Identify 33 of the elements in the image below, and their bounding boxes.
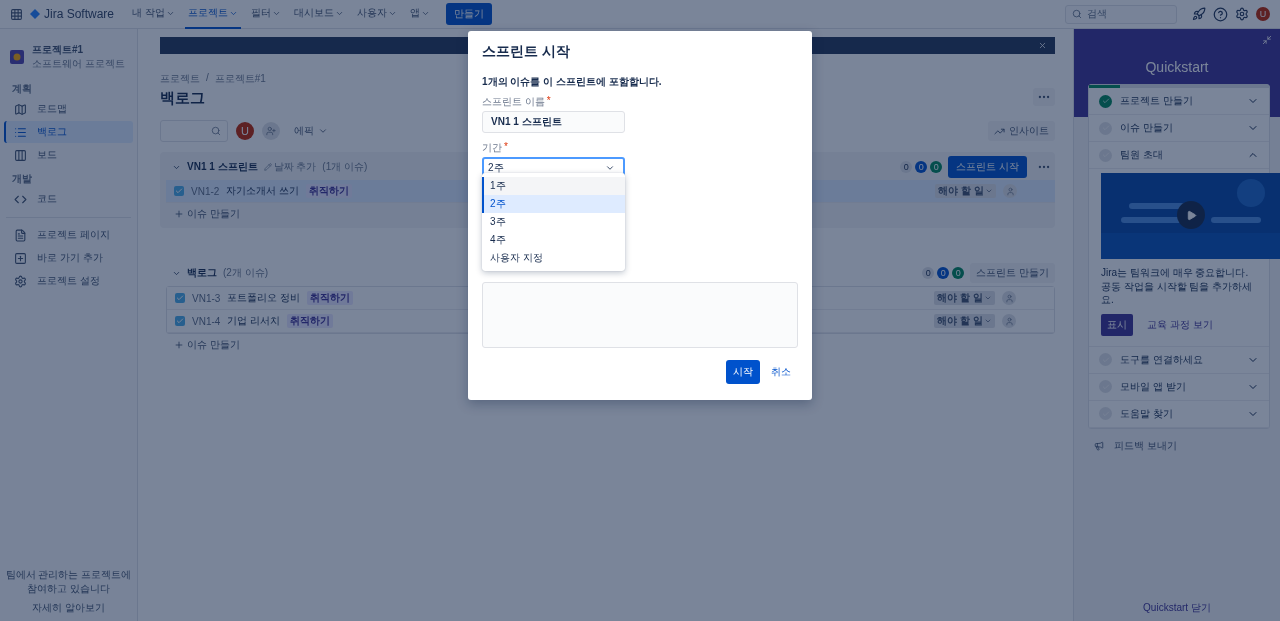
epic-tag: 취직하기: [287, 314, 334, 328]
issue-summary: 자기소개서 쓰기: [226, 184, 300, 198]
points-badge: 0: [930, 161, 943, 173]
required-mark: *: [504, 141, 508, 154]
epic-tag: 취직하기: [306, 184, 353, 198]
section-heading: 계획: [11, 82, 33, 96]
breadcrumb-separator: /: [206, 72, 209, 85]
issue-count: (2개 이슈): [223, 266, 268, 280]
page-title: 백로그: [160, 89, 205, 108]
epic-tag: 취직하기: [307, 291, 354, 305]
points-badge: 0: [915, 161, 928, 173]
description-text: Jira는 팀워크에 매우 중요합니다. 공동 작업을 시작할 팀을 추가하세요.: [1101, 266, 1254, 307]
issue-key: VN1-3: [192, 292, 221, 304]
points-badge: 0: [900, 161, 913, 173]
points-badge: 0: [922, 267, 935, 279]
points-badge: 0: [937, 267, 950, 279]
section-heading: 개발: [11, 172, 33, 186]
quickstart-title: Quickstart: [1145, 59, 1209, 75]
footer-text: 팀에서 관리하는 프로젝트에 참여하고 있습니다: [4, 568, 133, 596]
field-label: 기간 *: [482, 141, 508, 155]
issue-key: VN1-2: [191, 185, 220, 197]
section-title: 백로그: [187, 266, 217, 280]
project-type: 소프트웨어 프로젝트: [32, 57, 125, 71]
points-badge: 0: [952, 267, 965, 279]
section-title: VN1 1 스프린트: [187, 160, 258, 174]
issue-summary: 기업 리서치: [227, 314, 281, 328]
dialog-description: 1개의 이슈를 이 스프린트에 포함합니다.: [482, 75, 663, 89]
project-name: 프로젝트#1: [32, 43, 85, 57]
required-mark: *: [546, 95, 551, 108]
dialog-title: 스프린트 시작: [482, 43, 571, 61]
field-label: 스프린트 이름 *: [482, 95, 551, 109]
issue-summary: 포트폴리오 정비: [227, 291, 301, 305]
issue-key: VN1-4: [192, 315, 221, 327]
